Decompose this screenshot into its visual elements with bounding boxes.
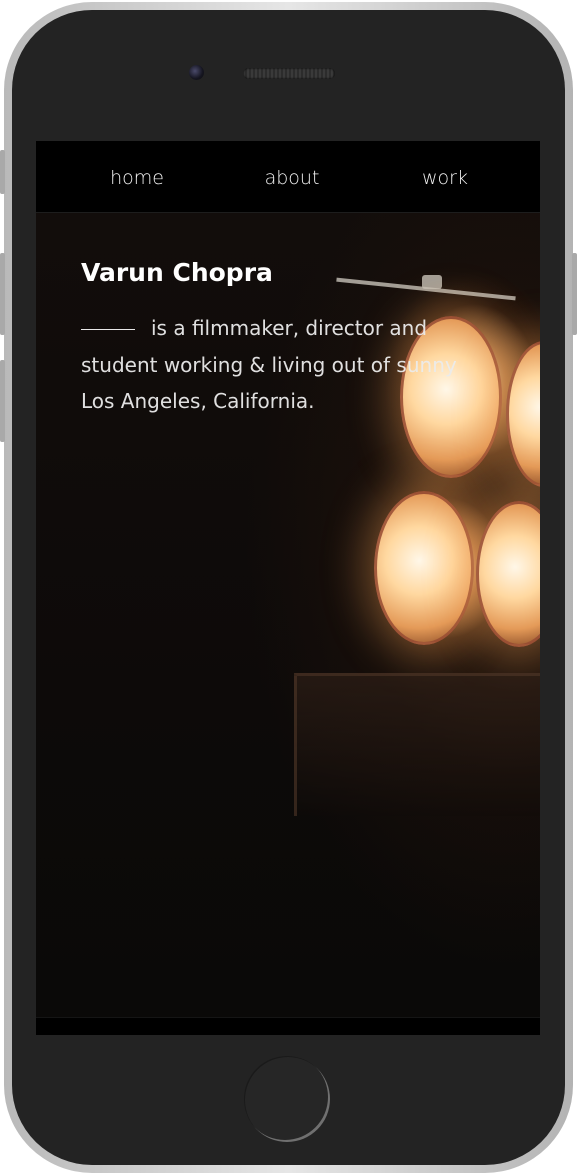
page-title: Varun Chopra (81, 258, 273, 287)
nav-home-link[interactable]: home (110, 167, 164, 189)
dash-divider (81, 329, 135, 330)
stage-light (506, 341, 540, 487)
nav-about-link[interactable]: about (265, 167, 320, 189)
bio-text: is a filmmaker, director and student wor… (81, 310, 461, 420)
volume-down-button (0, 360, 5, 442)
stage-light (374, 491, 474, 645)
bio-label: is a filmmaker, director and student wor… (81, 316, 457, 413)
stage-light (476, 501, 540, 647)
intro-section: Varun Chopra is a filmmaker, director an… (81, 258, 461, 420)
speaker-grille (243, 68, 335, 79)
volume-up-button (0, 253, 5, 335)
bottom-bar (36, 1017, 540, 1035)
mute-switch (0, 150, 5, 194)
screen: home about work Varun Chopra is a filmma… (36, 141, 540, 1035)
power-button (572, 253, 577, 335)
top-nav: home about work (36, 141, 540, 213)
home-button[interactable] (244, 1056, 330, 1142)
light-housing (294, 673, 540, 816)
camera-icon (189, 65, 204, 80)
nav-work-link[interactable]: work (422, 167, 468, 189)
